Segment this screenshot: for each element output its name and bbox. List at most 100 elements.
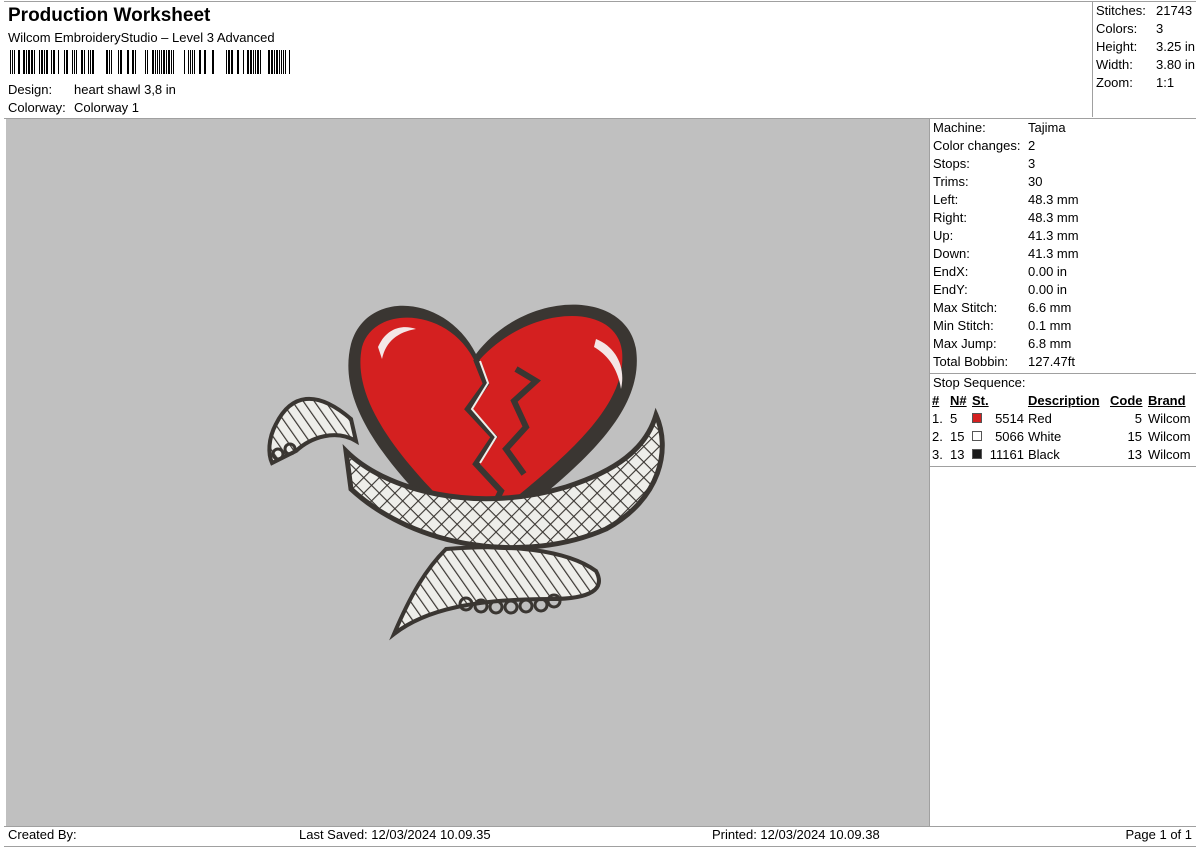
stat-value: 0.00 in xyxy=(1028,282,1068,297)
col-brand: Brand xyxy=(1148,393,1186,408)
stat-row: EndY: 0.00 in xyxy=(930,281,1196,299)
barcode-bar xyxy=(10,50,11,74)
barcode-bar xyxy=(12,50,13,74)
barcode-bar xyxy=(41,50,43,74)
stat-label: Total Bobbin: xyxy=(933,354,1009,369)
stop-row: 2. 15 5066 White 15 Wilcom xyxy=(932,428,1196,446)
stat-value: 6.6 mm xyxy=(1028,300,1072,315)
col-index: # xyxy=(932,393,940,408)
last-saved: Last Saved: 12/03/2024 10.09.35 xyxy=(299,827,491,842)
stat-value: 41.3 mm xyxy=(1028,246,1079,261)
barcode-bar xyxy=(166,50,167,74)
stat-value: Tajima xyxy=(1028,120,1066,135)
barcode-bar xyxy=(289,50,290,74)
stat-value: 41.3 mm xyxy=(1028,228,1079,243)
barcode-bar xyxy=(159,50,160,74)
color-swatch xyxy=(972,413,982,423)
barcode-bar xyxy=(39,50,40,74)
summary-label: Zoom: xyxy=(1096,75,1133,90)
barcode-bar xyxy=(26,50,27,74)
barcode-bar xyxy=(145,50,146,74)
barcode-bar xyxy=(34,50,35,74)
barcode-bar xyxy=(118,50,119,74)
barcode-bar xyxy=(58,50,59,74)
col-code: Code xyxy=(1110,393,1143,408)
barcode-bar xyxy=(171,50,172,74)
barcode-bar xyxy=(192,50,193,74)
barcode-bar xyxy=(173,50,174,74)
stat-row: Color changes: 2 xyxy=(930,137,1196,155)
stop-brand: Wilcom xyxy=(1148,447,1191,462)
stop-stitch-cell: 5514 xyxy=(972,410,1024,428)
barcode-bar xyxy=(281,50,282,74)
barcode-bar xyxy=(147,50,148,74)
summary-row: Zoom: 1:1 xyxy=(1093,74,1197,92)
barcode-bar xyxy=(120,50,122,74)
barcode-bar xyxy=(237,50,239,74)
barcode-bar xyxy=(204,50,206,74)
barcode-bar xyxy=(90,50,91,74)
barcode-bar xyxy=(271,50,273,74)
barcode-bar xyxy=(199,50,201,74)
stop-stitch-cell: 11161 xyxy=(972,446,1024,464)
stop-sequence-table: # N# St. Description Code Brand 1. 5 551… xyxy=(932,392,1196,464)
worksheet-title: Production Worksheet xyxy=(8,5,211,26)
design-preview xyxy=(6,119,930,826)
stat-label: Max Stitch: xyxy=(933,300,998,315)
colorway-value: Colorway 1 xyxy=(74,100,140,115)
stop-index: 1. xyxy=(932,411,943,426)
barcode-bar xyxy=(53,50,55,74)
summary-row: Height: 3.25 in xyxy=(1093,38,1197,56)
stat-label: EndX: xyxy=(933,264,969,279)
barcode-bar xyxy=(188,50,189,74)
barcode-bar xyxy=(257,50,259,74)
stat-row: Trims: 30 xyxy=(930,173,1196,191)
barcode-bar xyxy=(51,50,52,74)
design-summary: Stitches: 21743 Colors: 3 Height: 3.25 in W… xyxy=(1092,2,1197,117)
summary-row: Colors: 3 xyxy=(1093,20,1197,38)
summary-value: 3.80 in xyxy=(1156,57,1196,72)
barcode-bar xyxy=(247,50,249,74)
barcode-bar xyxy=(76,50,77,74)
stat-row: Stops: 3 xyxy=(930,155,1196,173)
barcode-bar xyxy=(212,50,214,74)
barcode-bar xyxy=(18,50,20,74)
statistics-list: Machine: Tajima Color changes: 2 Stops: 3 T… xyxy=(930,119,1196,371)
stop-needle: 5 xyxy=(950,411,958,426)
stat-row: Max Jump: 6.8 mm xyxy=(930,335,1196,353)
barcode-bar xyxy=(228,50,230,74)
barcode-bar xyxy=(28,50,30,74)
top-border xyxy=(4,1,1196,2)
stat-value: 127.47ft xyxy=(1028,354,1075,369)
summary-value: 3 xyxy=(1156,21,1164,36)
stat-value: 2 xyxy=(1028,138,1036,153)
summary-label: Height: xyxy=(1096,39,1138,54)
stop-sequence-title: Stop Sequence: xyxy=(930,373,1196,392)
barcode-bar xyxy=(88,50,89,74)
col-needle: N# xyxy=(950,393,967,408)
barcode-bar xyxy=(243,50,244,74)
worksheet-footer: Created By: Last Saved: 12/03/2024 10.09… xyxy=(6,826,1196,846)
barcode-bar xyxy=(268,50,270,74)
stop-code: 5 xyxy=(1134,411,1142,426)
barcode-bar xyxy=(163,50,165,74)
worksheet-header: Production Worksheet Wilcom EmbroiderySt… xyxy=(6,4,1090,118)
page-number: Page 1 of 1 xyxy=(1125,827,1193,842)
stop-code: 15 xyxy=(1127,429,1142,444)
design-label: Design: xyxy=(8,82,53,97)
stop-sequence-end xyxy=(930,466,1196,467)
barcode-bar xyxy=(14,50,15,74)
shawl-bottom-tail xyxy=(389,545,601,641)
barcode-bar xyxy=(111,50,112,74)
stat-row: Max Stitch: 6.6 mm xyxy=(930,299,1196,317)
stat-label: Stops: xyxy=(933,156,970,171)
barcode-bar xyxy=(260,50,261,74)
barcode-bar xyxy=(231,50,233,74)
stat-row: EndX: 0.00 in xyxy=(930,263,1196,281)
barcode-bar xyxy=(274,50,275,74)
stat-value: 48.3 mm xyxy=(1028,192,1079,207)
stop-stitches: 5066 xyxy=(995,429,1024,444)
colorway-row: Colorway: Colorway 1 xyxy=(8,99,1090,117)
col-description: Description xyxy=(1028,393,1100,408)
barcode-bar xyxy=(132,50,134,74)
